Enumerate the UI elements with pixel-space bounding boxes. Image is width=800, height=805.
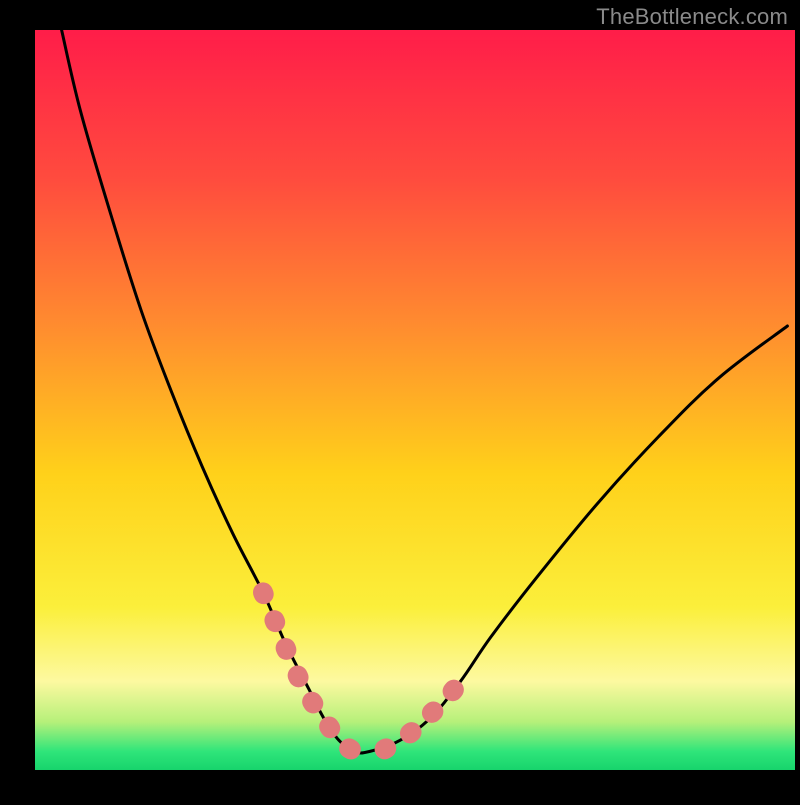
- watermark-text: TheBottleneck.com: [596, 4, 788, 30]
- plot-background: [35, 30, 795, 770]
- chart-frame: TheBottleneck.com: [0, 0, 800, 800]
- chart-svg: [0, 0, 800, 800]
